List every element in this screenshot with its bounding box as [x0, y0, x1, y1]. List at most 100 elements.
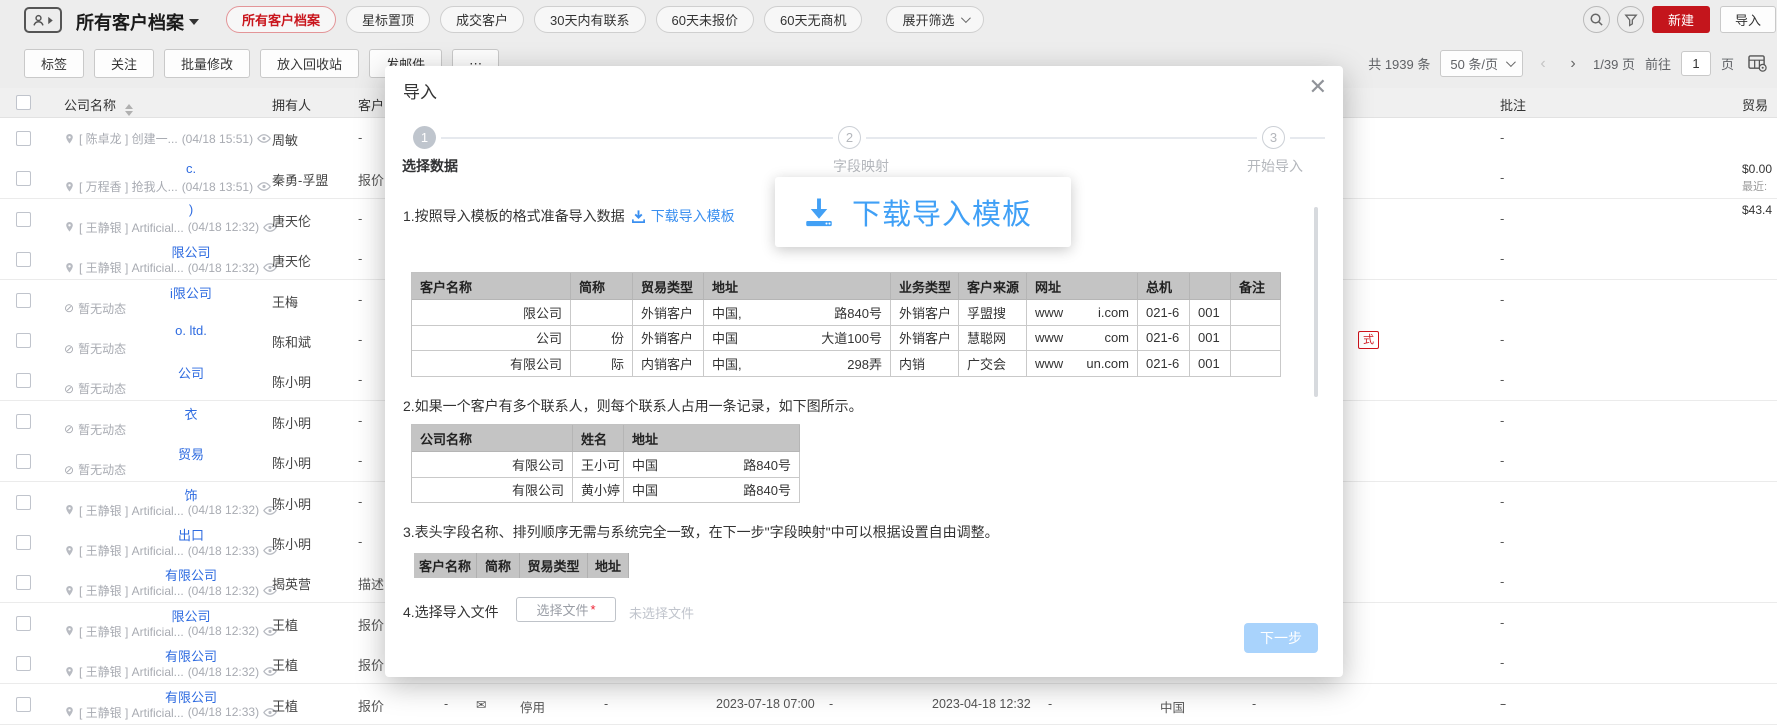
pin-icon [66, 545, 73, 556]
table-row[interactable]: 有限公司[ 王静银 ] Artificial... (04/18 12:33) 王植… [0, 683, 1777, 725]
sample-table1-row: 公司份外销客户 中国 大道100号 外销客户 慧聪网 www com 021-6 001 [412, 325, 1281, 351]
amount-cell: $43.4 [1742, 202, 1773, 217]
cell-right: 路840号 [743, 483, 791, 499]
sample-table2-header: 地址 [624, 425, 800, 452]
sample-table1-cell: 外销客户 [633, 300, 704, 326]
owner-cell: 唐天伦 [272, 254, 312, 270]
cell-left: 外销客户 [899, 305, 952, 321]
row-activity: [ 王静银 ] Artificial... (04/18 12:32) [64, 663, 277, 680]
sort-icon[interactable] [124, 104, 133, 116]
row-checkbox[interactable] [16, 656, 31, 672]
activity-text: [ 万程香 ] 抢我人... [79, 180, 178, 195]
instruction-3: 3.表头字段名称、排列顺序无需与系统完全一致，在下一步"字段映射"中可以根据设置… [403, 524, 999, 540]
column-header-owner: 拥有人 [272, 98, 312, 113]
pin-icon [66, 505, 73, 515]
activity-text: 暂无动态 [78, 463, 127, 478]
goto-label: 前往 [1644, 57, 1671, 72]
filter-pill-3[interactable]: 成交客户 [440, 6, 525, 33]
owner-cell: 王植 [272, 617, 299, 633]
modal-scrollbar[interactable] [1314, 207, 1318, 397]
header-chip-1: 客户名称 [414, 553, 477, 578]
new-button[interactable]: 新建 [1652, 6, 1710, 33]
sample-import-table: 客户名称 简称 贸易类型 地址 业务类型 客户来源 网址 总机 备注 限公司 外销客户 中国, 路840… [411, 272, 1281, 377]
column-header-company[interactable]: 公司名称 [64, 95, 133, 116]
bulk-action-button-4[interactable]: 放入回收站 [260, 49, 360, 78]
cell-left: 021-6 [1146, 304, 1180, 320]
row-checkbox[interactable] [16, 494, 31, 510]
no-activity-icon: ⊘ [64, 341, 75, 356]
row-checkbox[interactable] [16, 131, 31, 146]
next-page-button[interactable]: › [1563, 55, 1583, 73]
eye-icon [257, 134, 271, 143]
row-checkbox[interactable] [16, 615, 31, 631]
step-3-indicator: 3 [1262, 126, 1285, 149]
bulk-action-button-3[interactable]: 批量修改 [164, 49, 251, 78]
notes-cell: - [1500, 453, 1505, 469]
activity-time: (04/18 12:32) [187, 664, 260, 679]
chevron-down-icon [961, 13, 972, 24]
row-checkbox[interactable] [16, 171, 31, 187]
next-step-button[interactable]: 下一步 [1244, 623, 1318, 653]
row-checkbox[interactable] [16, 292, 31, 308]
sample-table1-cell [571, 300, 633, 326]
caret-down-icon [189, 19, 199, 25]
stage-cell: - [358, 210, 363, 226]
row-checkbox[interactable] [16, 575, 31, 591]
filter-pill-1[interactable]: 所有客户档案 [226, 6, 337, 33]
row-checkbox[interactable] [16, 211, 31, 227]
sample-table1-header: 客户名称 [412, 273, 571, 300]
row-checkbox[interactable] [16, 535, 31, 550]
close-icon[interactable]: ✕ [1309, 76, 1327, 98]
filter-pill-6[interactable]: 60天无商机 [763, 6, 863, 33]
select-all-checkbox[interactable] [16, 95, 31, 110]
row-checkbox[interactable] [16, 333, 31, 348]
sample-table1-row: 有限公司 际 内销客户 中国, 298弄 内销 广交会 www un.com 021-6 001 [412, 351, 1281, 377]
detail-cell: - [1502, 696, 1507, 711]
filter-pill-4[interactable]: 30天内有联系 [534, 6, 646, 33]
download-template-link[interactable]: 下载导入模板 [631, 206, 735, 226]
choose-file-button[interactable]: 选择文件 * [516, 597, 616, 622]
activity-text: [ 王静银 ] Artificial... [79, 261, 184, 276]
row-checkbox[interactable] [16, 252, 31, 268]
page-title[interactable]: 所有客户档案 [76, 9, 199, 35]
amount-subtext: 最近: [1742, 181, 1768, 194]
filter-button[interactable] [1617, 6, 1644, 33]
owner-cell: 周敏 [272, 133, 299, 148]
filter-pill-2[interactable]: 星标置顶 [346, 6, 431, 33]
cell-right: com [1104, 330, 1129, 346]
row-checkbox[interactable] [16, 413, 31, 429]
goto-page-input[interactable] [1680, 51, 1711, 76]
column-settings-button[interactable] [1744, 52, 1770, 76]
sample-table1-header: 备注 [1231, 273, 1281, 300]
cell-left: 中国, [712, 356, 742, 372]
notes-cell: - [1500, 614, 1505, 630]
search-button[interactable] [1583, 6, 1610, 33]
sample-table1-cell: www com [1027, 325, 1138, 351]
prev-page-button[interactable]: ‹ [1533, 55, 1553, 73]
page-title-text: 所有客户档案 [76, 13, 184, 33]
pin-icon [66, 133, 73, 144]
sample-table1-cell: 021-6 [1138, 351, 1190, 377]
filter-pill-5[interactable]: 60天未报价 [655, 6, 754, 33]
stage-cell: 描述 [358, 577, 384, 593]
page-size-select[interactable]: 50 条/页 [1440, 50, 1524, 77]
user-avatar-button[interactable] [24, 7, 62, 33]
bulk-action-button-2[interactable]: 关注 [94, 49, 155, 78]
sample-table1-cell: 份 [571, 325, 633, 351]
activity-text: [ 王静银 ] Artificial... [79, 705, 184, 720]
bulk-action-button-1[interactable]: 标签 [24, 49, 85, 78]
step-connector [866, 137, 1257, 139]
sample-table1-cell: 外销客户 [891, 325, 959, 351]
row-checkbox[interactable] [16, 373, 31, 389]
activity-text: [ 王静银 ] Artificial... [79, 624, 184, 639]
row-checkbox[interactable] [16, 454, 31, 470]
stage-cell: - [358, 453, 363, 469]
activity-text: 暂无动态 [78, 382, 127, 397]
owner-cell: 唐天伦 [272, 213, 312, 229]
import-button[interactable]: 导入 [1720, 6, 1776, 33]
stage-cell: - [358, 291, 363, 307]
download-template-tooltip[interactable]: 下载导入模板 [775, 177, 1071, 247]
expand-filter-button[interactable]: 展开筛选 [886, 6, 985, 33]
row-checkbox[interactable] [16, 696, 31, 712]
sample-table1-cell: 外销客户 [633, 325, 704, 351]
